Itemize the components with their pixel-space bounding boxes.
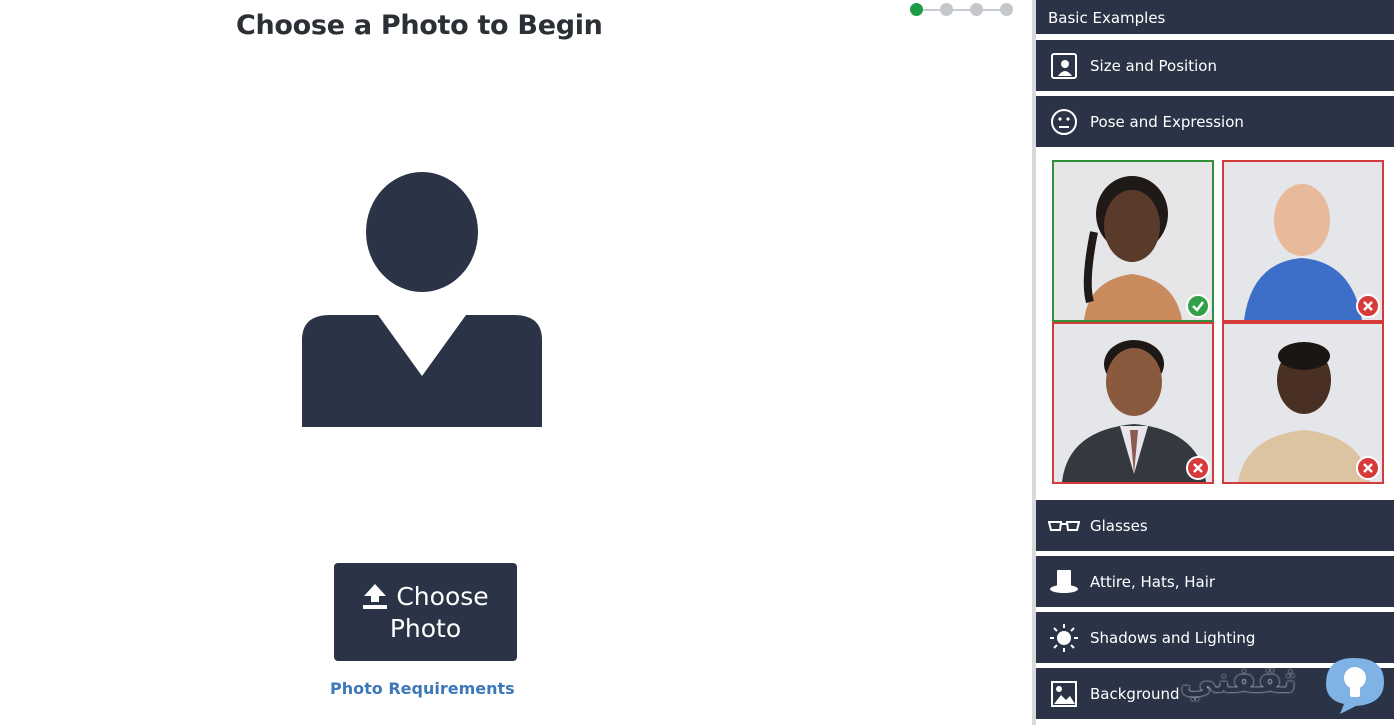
check-icon: [1186, 294, 1210, 318]
lightbulb-icon: [1326, 658, 1384, 714]
page-title: Choose a Photo to Begin: [236, 10, 603, 41]
step-dot-2: [940, 3, 953, 16]
choose-photo-label-line2: Photo: [389, 613, 462, 643]
example-photo-rejected[interactable]: [1052, 322, 1214, 484]
example-photo-rejected[interactable]: [1222, 160, 1384, 322]
accordion-size-position[interactable]: Size and Position: [1036, 40, 1394, 91]
neutral-face-icon: [1048, 106, 1080, 138]
accordion-pose-expression[interactable]: Pose and Expression: [1036, 96, 1394, 147]
watermark-logo: ثقفني: [1180, 652, 1390, 722]
accordion-label: Pose and Expression: [1090, 112, 1244, 131]
accordion-label: Background: [1090, 684, 1180, 703]
accordion-label: Size and Position: [1090, 56, 1217, 75]
x-icon: [1186, 456, 1210, 480]
accordion-label: Attire, Hats, Hair: [1090, 572, 1216, 591]
choose-photo-button[interactable]: Choose Photo: [334, 563, 517, 661]
x-icon: [1356, 294, 1380, 318]
examples-panel: Basic Examples Size and Position Pose an…: [1036, 0, 1394, 725]
step-dot-1: [910, 3, 923, 16]
example-photo-rejected[interactable]: [1222, 322, 1384, 484]
accordion-label: Shadows and Lighting: [1090, 628, 1256, 647]
landscape-image-icon: [1048, 678, 1080, 710]
portrait-frame-icon: [1048, 50, 1080, 82]
accordion-label: Glasses: [1090, 516, 1148, 535]
glasses-icon: [1048, 510, 1080, 542]
photo-requirements-link[interactable]: Photo Requirements: [330, 679, 515, 698]
accordion-glasses[interactable]: Glasses: [1036, 500, 1394, 551]
step-dot-4: [1000, 3, 1013, 16]
step-dot-3: [970, 3, 983, 16]
panel-header: Basic Examples: [1036, 0, 1394, 34]
upload-area: Choose a Photo to Begin Choose Photo Pho…: [0, 0, 1032, 725]
pose-examples-grid: [1052, 160, 1384, 484]
person-placeholder-icon: [302, 172, 542, 427]
upload-icon: [363, 584, 388, 609]
x-icon: [1356, 456, 1380, 480]
sun-icon: [1048, 622, 1080, 654]
example-photo-accepted[interactable]: [1052, 160, 1214, 322]
step-indicator: [908, 2, 1018, 18]
choose-photo-label-line1: Choose: [396, 581, 489, 611]
top-hat-icon: [1048, 566, 1080, 598]
accordion-attire-hats-hair[interactable]: Attire, Hats, Hair: [1036, 556, 1394, 607]
watermark-text: ثقفني: [1180, 660, 1297, 701]
step-connector: [916, 9, 1008, 11]
